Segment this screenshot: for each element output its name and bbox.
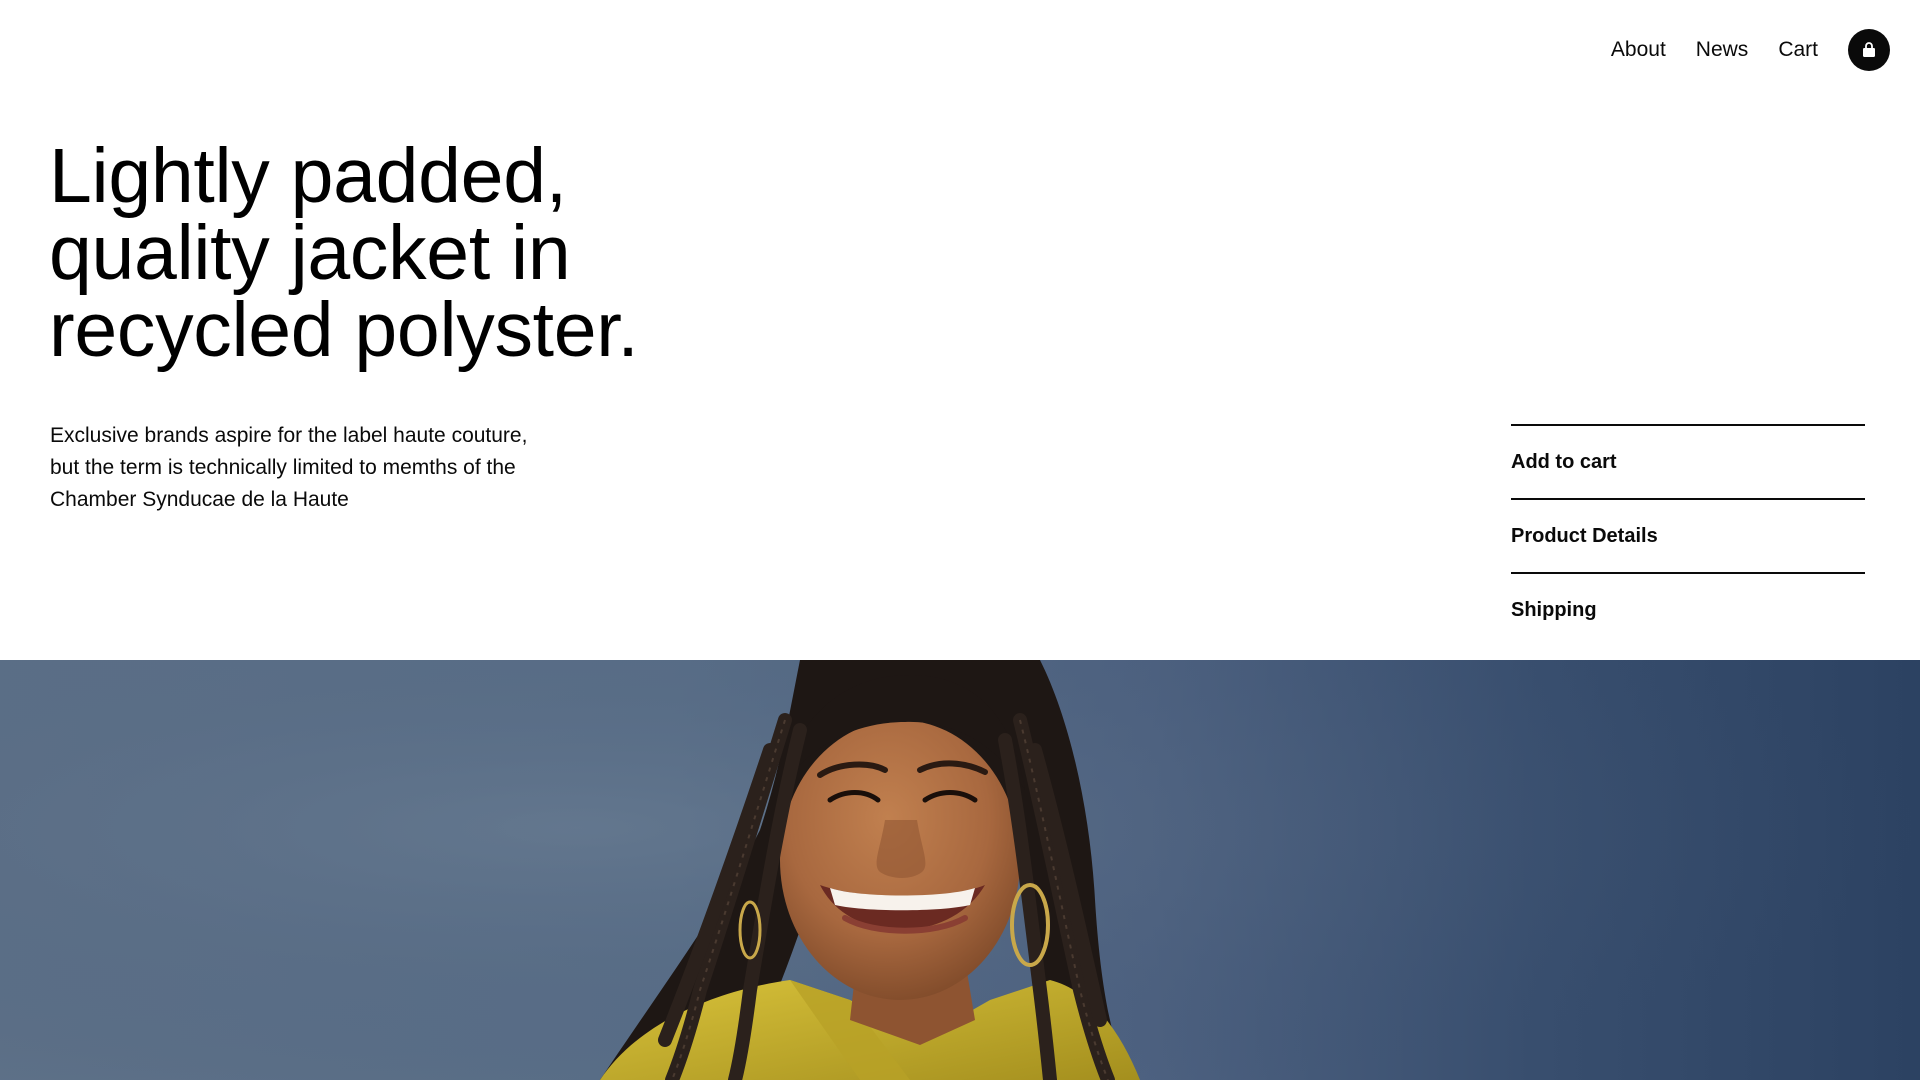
nav-link-cart[interactable]: Cart	[1778, 29, 1818, 71]
headline-line-2: quality jacket in	[49, 210, 571, 296]
shopping-bag-button[interactable]	[1848, 29, 1890, 71]
headline-line-3: recycled polyster.	[49, 287, 639, 373]
product-page: About News Cart Lightly padded, quality …	[0, 0, 1920, 1080]
product-description: Exclusive brands aspire for the label ha…	[50, 424, 528, 511]
accordion-item-add-to-cart[interactable]: Add to cart	[1511, 424, 1865, 498]
accordion-label: Shipping	[1511, 598, 1597, 621]
accordion-item-shipping[interactable]: Shipping	[1511, 572, 1865, 646]
nav-link-about[interactable]: About	[1611, 29, 1666, 71]
accordion-item-product-details[interactable]: Product Details	[1511, 498, 1865, 572]
product-headline: Lightly padded, quality jacket in recycl…	[49, 138, 769, 369]
nav-link-news[interactable]: News	[1696, 29, 1749, 71]
shopping-bag-icon	[1863, 42, 1875, 57]
smiling-woman-photo	[0, 660, 1920, 1080]
headline-line-1: Lightly padded,	[49, 133, 567, 219]
product-accordion: Add to cart Product Details Shipping	[1511, 424, 1865, 646]
accordion-label: Add to cart	[1511, 450, 1617, 473]
hero-photo	[0, 660, 1920, 1080]
accordion-label: Product Details	[1511, 524, 1658, 547]
top-navigation: About News Cart	[1611, 29, 1890, 71]
